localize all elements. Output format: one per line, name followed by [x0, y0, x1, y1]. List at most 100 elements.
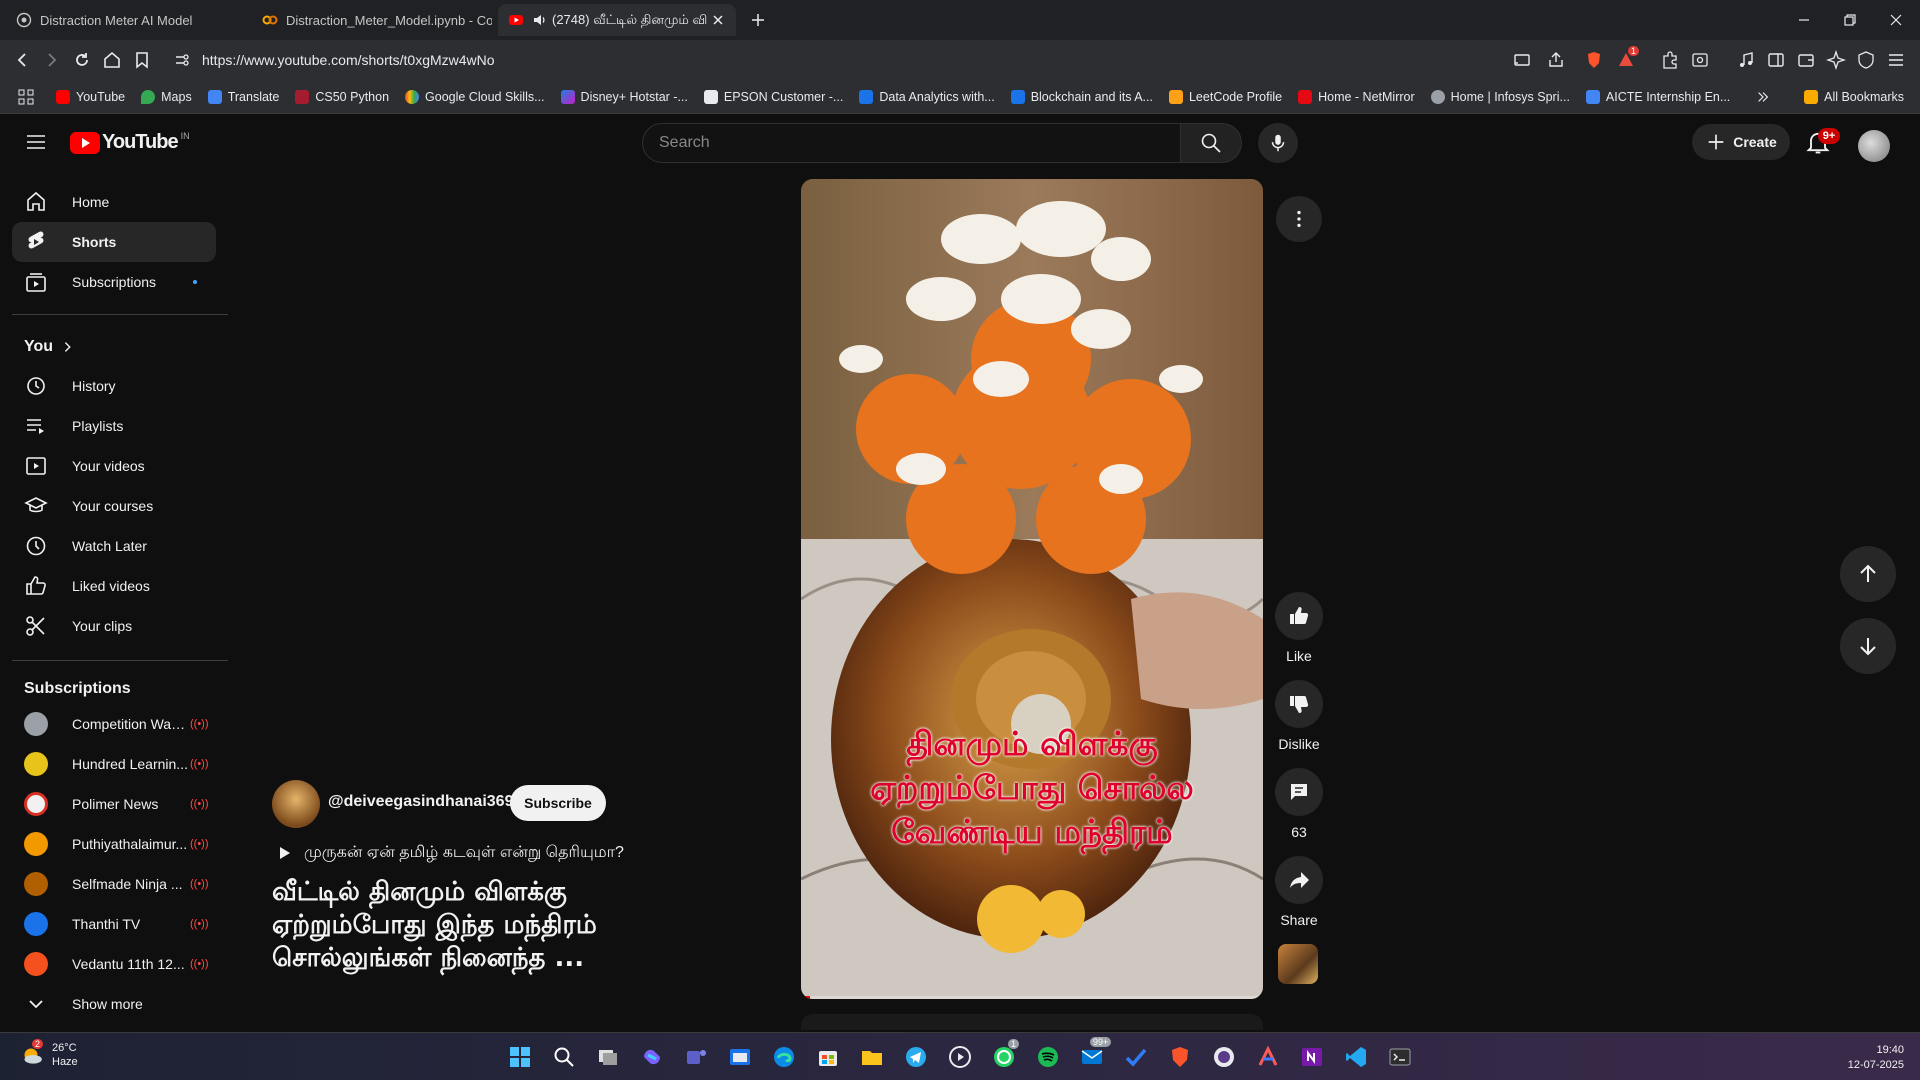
close-tab-icon[interactable]: [710, 12, 726, 28]
bookmark-leetcode[interactable]: LeetCode Profile: [1168, 89, 1282, 104]
browser-menu-icon[interactable]: [1886, 50, 1906, 70]
subscription-selfmade-ninja[interactable]: Selfmade Ninja ... ((•)): [12, 864, 216, 904]
app-window-icon[interactable]: [728, 1045, 752, 1069]
sidebar-item-your-clips[interactable]: Your clips: [12, 606, 216, 646]
video-progress-bar[interactable]: [801, 996, 1263, 999]
new-tab-icon[interactable]: [750, 12, 766, 28]
subscription-vedantu[interactable]: Vedantu 11th 12... ((•)): [12, 944, 216, 984]
dislike-button[interactable]: Dislike: [1274, 680, 1324, 752]
bookmark-maps[interactable]: Maps: [141, 89, 192, 104]
mail-icon[interactable]: [1080, 1045, 1104, 1069]
terminal-icon[interactable]: [1388, 1045, 1412, 1069]
bookmark-hotstar[interactable]: Disney+ Hotstar -...: [560, 89, 688, 104]
sidebar-item-subscriptions[interactable]: Subscriptions: [12, 262, 216, 302]
subscription-polimer-news[interactable]: Polimer News ((•)): [12, 784, 216, 824]
vpn-icon[interactable]: [1856, 50, 1876, 70]
teams-icon[interactable]: [684, 1045, 708, 1069]
bookmark-netmirror[interactable]: Home - NetMirror: [1298, 89, 1415, 104]
tab-distraction-meter[interactable]: Distraction Meter AI Model: [6, 4, 246, 36]
share-button[interactable]: Share: [1274, 856, 1324, 928]
media-icon[interactable]: [1736, 50, 1756, 70]
sidebar-item-liked-videos[interactable]: Liked videos: [12, 566, 216, 606]
channel-handle[interactable]: @deiveegasindhanai369: [328, 793, 513, 811]
sound-thumbnail[interactable]: [1278, 944, 1318, 984]
search-input[interactable]: Search: [642, 123, 1182, 163]
speaker-icon[interactable]: [532, 12, 548, 28]
onenote-icon[interactable]: [1300, 1045, 1324, 1069]
more-actions-button[interactable]: [1276, 196, 1322, 242]
comments-button[interactable]: 63: [1274, 768, 1324, 840]
file-explorer-icon[interactable]: [860, 1045, 884, 1069]
bookmark-google-cloud[interactable]: Google Cloud Skills...: [405, 89, 545, 104]
screenshot-icon[interactable]: [1690, 50, 1710, 70]
back-icon[interactable]: [12, 50, 32, 70]
task-view-icon[interactable]: [596, 1045, 620, 1069]
bookmark-infosys[interactable]: Home | Infosys Spri...: [1430, 89, 1570, 104]
share-page-icon[interactable]: [1546, 50, 1566, 70]
apps-grid-icon[interactable]: [18, 89, 34, 105]
extensions-icon[interactable]: [1660, 50, 1680, 70]
store-icon[interactable]: [816, 1045, 840, 1069]
telegram-icon[interactable]: [904, 1045, 928, 1069]
sidebar-item-history[interactable]: History: [12, 366, 216, 406]
bookmark-youtube[interactable]: YouTube: [56, 89, 125, 104]
sidebar-item-watch-later[interactable]: Watch Later: [12, 526, 216, 566]
minimize-icon[interactable]: [1792, 8, 1816, 32]
sidebar-item-shorts[interactable]: Shorts: [12, 222, 216, 262]
home-browser-icon[interactable]: [102, 50, 122, 70]
site-info-icon[interactable]: [174, 52, 190, 68]
spotify-icon[interactable]: [1036, 1045, 1060, 1069]
more-bookmarks-icon[interactable]: [1756, 90, 1770, 104]
github-desktop-icon[interactable]: [1212, 1045, 1236, 1069]
system-clock[interactable]: 19:40 12-07-2025: [1838, 1043, 1904, 1073]
subscription-competition-wallah[interactable]: Competition Wall... ((•)): [12, 704, 216, 744]
windows-start-icon[interactable]: [508, 1045, 532, 1069]
brave-shield-icon[interactable]: [1584, 50, 1604, 70]
cast-icon[interactable]: [1512, 50, 1532, 70]
copilot-icon[interactable]: [640, 1045, 664, 1069]
subscription-puthiyathalaimurai[interactable]: Puthiyathalaimur... ((•)): [12, 824, 216, 864]
wallet-icon[interactable]: [1796, 50, 1816, 70]
arc-icon[interactable]: [1256, 1045, 1280, 1069]
bookmark-blockchain[interactable]: Blockchain and its A...: [1010, 89, 1153, 104]
sidebar-toggle-icon[interactable]: [1766, 50, 1786, 70]
sidebar-item-your-videos[interactable]: Your videos: [12, 446, 216, 486]
weather-widget[interactable]: 2 26°C Haze: [18, 1039, 78, 1069]
todo-icon[interactable]: [1124, 1045, 1148, 1069]
bookmark-page-icon[interactable]: [132, 50, 152, 70]
hamburger-menu-icon[interactable]: [24, 130, 48, 154]
tab-colab[interactable]: Distraction_Meter_Model.ipynb - Col: [252, 4, 492, 36]
subscribe-button[interactable]: Subscribe: [510, 785, 606, 821]
sidebar-item-your-courses[interactable]: Your courses: [12, 486, 216, 526]
bookmark-data-analytics[interactable]: Data Analytics with...: [859, 89, 995, 104]
music-link[interactable]: முருகன் ஏன் தமிழ் கடவுள் என்று தெரியுமா?: [276, 843, 624, 863]
like-button[interactable]: Like: [1274, 592, 1324, 664]
taskbar-search-icon[interactable]: [552, 1045, 576, 1069]
bookmark-epson[interactable]: EPSON Customer -...: [703, 89, 843, 104]
edge-icon[interactable]: [772, 1045, 796, 1069]
tab-youtube-short[interactable]: (2748) வீட்டில் தினமும் வி: [498, 4, 736, 36]
address-bar[interactable]: https://www.youtube.com/shorts/t0xgMzw4w…: [168, 46, 1508, 74]
all-bookmarks-folder[interactable]: All Bookmarks: [1804, 89, 1904, 104]
subscription-hundred-learning[interactable]: Hundred Learnin... ((•)): [12, 744, 216, 784]
video-title[interactable]: வீட்டில் தினமும் விளக்கு ஏற்றும்போது இந்…: [272, 876, 692, 975]
reload-icon[interactable]: [72, 50, 92, 70]
show-more-button[interactable]: Show more: [12, 984, 216, 1024]
close-window-icon[interactable]: [1884, 8, 1908, 32]
create-button[interactable]: Create: [1692, 124, 1790, 160]
search-button[interactable]: [1180, 123, 1242, 163]
youtube-logo[interactable]: YouTube IN: [70, 131, 190, 154]
voice-search-button[interactable]: [1258, 123, 1298, 163]
forward-icon[interactable]: [42, 50, 62, 70]
leo-ai-icon[interactable]: [1826, 50, 1846, 70]
sidebar-item-playlists[interactable]: Playlists: [12, 406, 216, 446]
subscription-thanthi-tv[interactable]: Thanthi TV ((•)): [12, 904, 216, 944]
bookmark-aicte[interactable]: AICTE Internship En...: [1585, 89, 1730, 104]
channel-avatar[interactable]: [272, 780, 320, 828]
previous-short-button[interactable]: [1840, 546, 1896, 602]
sidebar-item-home[interactable]: Home: [12, 182, 216, 222]
bookmark-cs50[interactable]: CS50 Python: [295, 89, 389, 104]
shorts-video-player[interactable]: தினமும் விளக்கு ஏற்றும்போது சொல்ல வேண்டி…: [801, 179, 1263, 999]
restore-icon[interactable]: [1838, 8, 1862, 32]
media-player-icon[interactable]: [948, 1045, 972, 1069]
